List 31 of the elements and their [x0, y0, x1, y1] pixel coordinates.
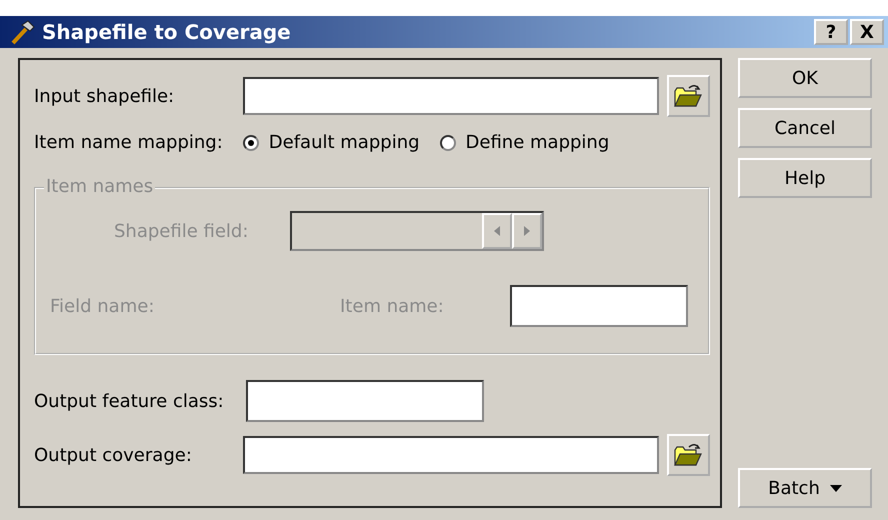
folder-icon [673, 442, 704, 468]
right-arrow-icon [524, 226, 530, 236]
help-button[interactable]: ? [814, 19, 848, 45]
close-button[interactable]: X [850, 19, 884, 45]
browse-button[interactable] [666, 75, 710, 117]
radio-option[interactable]: Default mapping [242, 132, 420, 153]
field-label: Input shapefile: [34, 86, 176, 106]
field-label: Item name mapping: [34, 132, 223, 153]
dialog-button[interactable]: OK [738, 58, 872, 98]
field-label: Item name: [340, 296, 445, 316]
dialog-button[interactable]: Cancel [738, 108, 872, 148]
left-arrow-icon [494, 226, 500, 236]
spin-field[interactable] [290, 211, 544, 251]
browse-button[interactable] [666, 434, 710, 476]
input-field[interactable] [510, 285, 688, 327]
field-label: Shapefile field: [114, 220, 250, 242]
batch-button[interactable]: Batch [738, 468, 872, 508]
right-arrow-button[interactable] [512, 213, 542, 249]
input-field[interactable] [242, 77, 659, 115]
field-label: Output feature class: [34, 390, 225, 412]
window-title: Shapefile to Coverage [42, 20, 292, 44]
field-label: Field name: [50, 296, 156, 316]
caret-icon [830, 484, 842, 492]
field-label: Output coverage: [34, 444, 193, 466]
input-field[interactable] [246, 380, 484, 422]
folder-icon [673, 83, 704, 109]
radio-option[interactable]: Define mapping [440, 132, 610, 153]
left-arrow-button[interactable] [482, 213, 512, 249]
hammer-icon [10, 19, 36, 45]
input-field[interactable] [242, 436, 659, 474]
dialog-button[interactable]: Help [738, 158, 872, 198]
